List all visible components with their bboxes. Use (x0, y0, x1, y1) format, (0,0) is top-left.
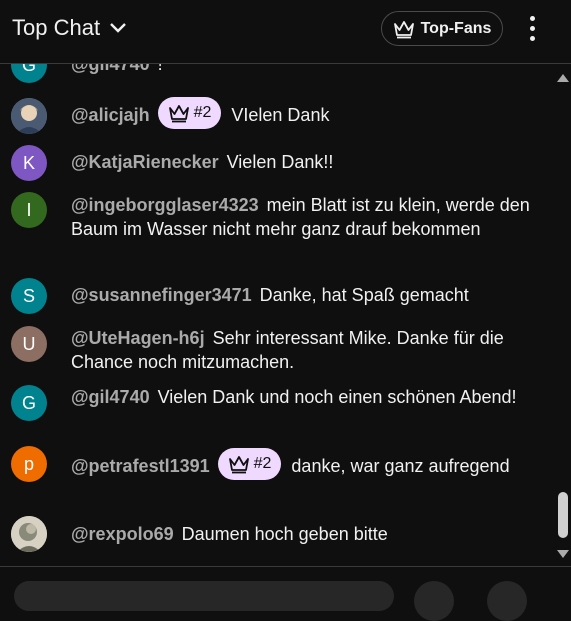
chat-scrollbar[interactable] (555, 64, 571, 566)
message-text: ! (157, 64, 163, 74)
avatar[interactable]: K (11, 145, 47, 181)
chevron-down-icon (110, 23, 126, 33)
chat-input[interactable] (14, 581, 394, 611)
message-text: danke, war ganz aufregend (291, 456, 510, 476)
chat-footer (0, 566, 571, 621)
avatar[interactable]: p (11, 446, 47, 482)
badge-rank: #2 (193, 104, 212, 121)
message-author[interactable]: @gil4740 (71, 387, 150, 407)
badge-rank: #2 (253, 455, 272, 473)
avatar[interactable] (11, 516, 47, 552)
chat-message-list[interactable]: G @gil4740! @alicjajh #2 VIelen Dank K @Ka… (0, 64, 555, 566)
crown-icon (228, 456, 249, 474)
message-text: VIelen Dank (231, 104, 330, 125)
avatar[interactable]: I (11, 192, 47, 228)
more-vert-icon[interactable] (522, 14, 544, 44)
message-text: Danke, hat Spaß gemacht (259, 285, 469, 305)
top-fans-button[interactable]: Top-Fans (381, 11, 503, 46)
message-author[interactable]: @ingeborgglaser4323 (71, 195, 259, 215)
emoji-button[interactable] (414, 581, 454, 621)
message-text: Daumen hoch geben bitte (181, 524, 388, 544)
avatar[interactable]: S (11, 278, 47, 314)
chat-title: Top Chat (12, 15, 101, 40)
chat-mode-dropdown[interactable]: Top Chat (12, 15, 128, 41)
avatar-photo (11, 98, 47, 134)
message-author[interactable]: @susannefinger3471 (71, 285, 252, 305)
message-author[interactable]: @KatjaRienecker (71, 152, 219, 172)
message-author[interactable]: @alicjajh (71, 105, 150, 125)
message-text: Vielen Dank und noch einen schönen Abend… (157, 387, 517, 407)
message-author[interactable]: @rexpolo69 (71, 524, 174, 544)
scrollbar-thumb[interactable] (558, 492, 568, 538)
avatar[interactable]: G (11, 64, 47, 83)
scroll-up-arrow-icon[interactable] (557, 74, 569, 82)
top-fans-label: Top-Fans (420, 19, 492, 37)
chat-header: Top Chat Top-Fans (0, 0, 571, 64)
message-author[interactable]: @UteHagen-h6j (71, 328, 205, 348)
scroll-down-arrow-icon[interactable] (557, 550, 569, 558)
message-author[interactable]: @petrafestl1391 (71, 456, 210, 476)
crown-icon (393, 20, 414, 38)
message-text: Vielen Dank!! (226, 152, 334, 172)
crown-icon (168, 105, 189, 123)
avatar[interactable]: G (11, 385, 47, 421)
avatar-photo (11, 516, 47, 552)
avatar[interactable]: U (11, 326, 47, 362)
member-badge: #2 (217, 448, 282, 481)
member-badge: #2 (157, 97, 222, 129)
message-author[interactable]: @gil4740 (71, 64, 150, 74)
avatar[interactable] (11, 98, 47, 134)
send-button[interactable] (487, 581, 527, 621)
